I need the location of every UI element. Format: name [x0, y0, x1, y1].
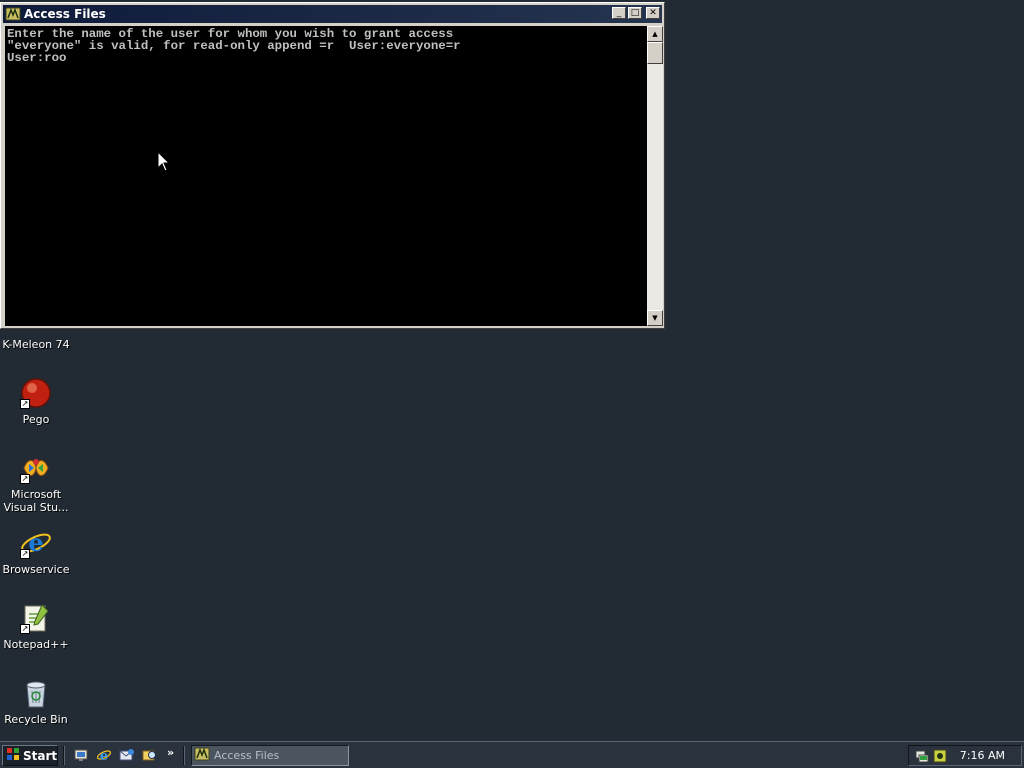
shortcut-arrow-icon: ↗ — [20, 624, 30, 634]
desktop-icon-visual-studio[interactable]: ↗ Microsoft Visual Stu... — [0, 452, 74, 514]
minimize-icon: _ — [616, 7, 622, 18]
console-input-line[interactable]: User:roo — [7, 52, 645, 64]
window-controls: _ □ ✕ — [612, 7, 660, 19]
mouse-pointer-icon — [157, 150, 171, 173]
shortcut-arrow-icon: ↗ — [20, 399, 30, 409]
desktop-icon-kmeleon[interactable]: K-Meleon 74 — [0, 322, 74, 351]
desktop-icon-browservice[interactable]: e ↗ Browservice — [0, 527, 74, 576]
network-icon[interactable] — [914, 748, 930, 764]
desktop-icon-label: Browservice — [2, 563, 70, 576]
svg-text:e: e — [100, 749, 108, 763]
notepadpp-icon: ↗ — [20, 602, 52, 634]
windows-logo-icon — [6, 746, 20, 765]
desktop: Access Files _ □ ✕ Enter the name of the… — [0, 0, 1024, 741]
tray-app-icon[interactable] — [932, 748, 948, 764]
desktop-icon-recycle-bin[interactable]: Recycle Bin — [0, 677, 74, 726]
close-icon: ✕ — [649, 7, 657, 18]
console-window[interactable]: Access Files _ □ ✕ Enter the name of the… — [0, 2, 665, 329]
scroll-up-icon: ▲ — [652, 29, 658, 38]
console-icon — [194, 746, 210, 766]
desktop-icon-pego[interactable]: ↗ Pego — [0, 377, 74, 426]
scroll-up-button[interactable]: ▲ — [647, 26, 663, 42]
start-button[interactable]: Start — [2, 745, 58, 766]
title-bar[interactable]: Access Files _ □ ✕ — [3, 5, 662, 23]
svg-text:e: e — [28, 528, 43, 557]
desktop-icon-label: Pego — [22, 413, 50, 426]
desktop-icon-notepadpp[interactable]: ↗ Notepad++ — [0, 602, 74, 651]
scroll-down-button[interactable]: ▼ — [647, 310, 663, 326]
console-icon — [5, 6, 21, 22]
clock[interactable]: 7:16 AM — [960, 749, 1005, 762]
quick-launch-chevron[interactable]: » — [167, 746, 174, 759]
close-button[interactable]: ✕ — [646, 7, 660, 19]
start-label: Start — [23, 748, 58, 763]
scroll-down-icon: ▼ — [652, 313, 658, 322]
console-line: "everyone" is valid, for read-only appen… — [7, 39, 461, 53]
taskbar: Start e » Access Files 7:16 AM — [0, 741, 1024, 768]
shortcut-arrow-icon: ↗ — [20, 474, 30, 484]
recycle-bin-icon — [20, 677, 52, 709]
show-desktop-icon[interactable] — [73, 747, 89, 763]
shortcut-arrow-icon: ↗ — [20, 549, 30, 559]
desktop-icon-label: Notepad++ — [3, 638, 69, 651]
vertical-scrollbar[interactable]: ▲ ▼ — [647, 26, 663, 326]
internet-explorer-icon: e ↗ — [20, 527, 52, 559]
desktop-icon-label: Recycle Bin — [4, 713, 68, 726]
taskbar-button-label: Access Files — [214, 749, 280, 762]
console-output[interactable]: Enter the name of the user for whom you … — [5, 26, 647, 326]
explorer-search-icon[interactable] — [142, 747, 158, 763]
maximize-icon: □ — [630, 7, 640, 18]
window-title: Access Files — [24, 7, 106, 21]
maximize-button[interactable]: □ — [628, 7, 642, 19]
scroll-thumb[interactable] — [647, 42, 663, 64]
taskbar-separator — [63, 746, 65, 765]
visual-studio-icon: ↗ — [20, 452, 52, 484]
pego-icon: ↗ — [20, 377, 52, 409]
taskbar-button-access-files[interactable]: Access Files — [191, 745, 349, 766]
desktop-icon-label: Microsoft Visual Stu... — [3, 488, 69, 514]
outlook-express-icon[interactable] — [119, 747, 135, 763]
desktop-icon-label: K-Meleon 74 — [2, 338, 70, 351]
minimize-button[interactable]: _ — [612, 7, 626, 19]
taskbar-separator — [183, 746, 185, 765]
internet-explorer-icon[interactable]: e — [96, 747, 112, 764]
system-tray: 7:16 AM — [908, 745, 1022, 766]
